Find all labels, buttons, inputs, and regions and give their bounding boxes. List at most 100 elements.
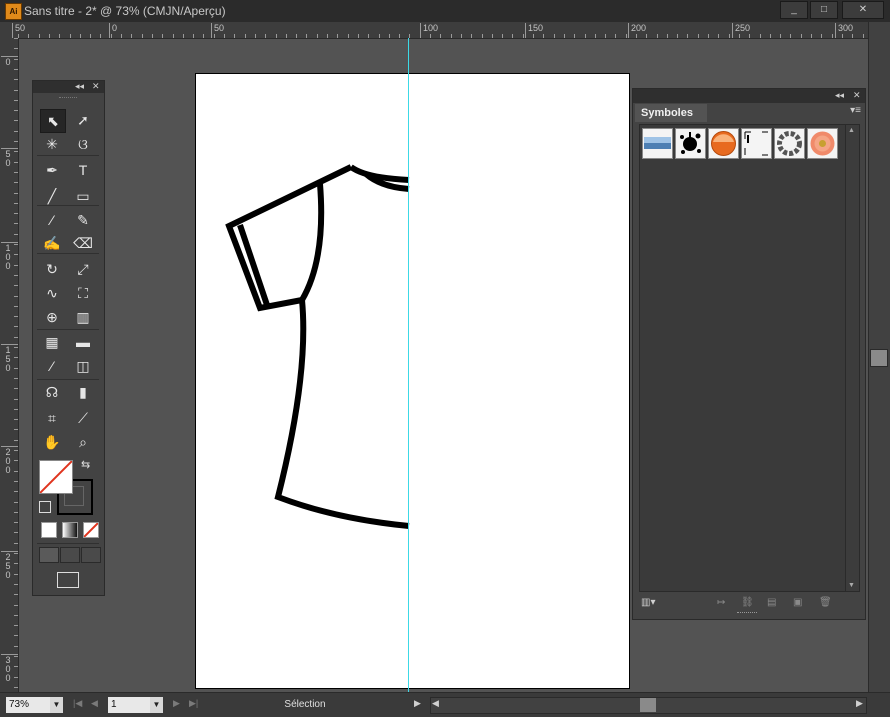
draw-normal-icon[interactable]: [39, 547, 59, 563]
minimize-button[interactable]: _: [780, 1, 808, 19]
magic-wand-tool[interactable]: ✳: [40, 133, 64, 155]
rotate-tool[interactable]: ↻: [40, 258, 64, 280]
fill-swatch[interactable]: [39, 460, 73, 494]
orange-button-symbol[interactable]: [708, 128, 739, 159]
artboard-dropdown-icon[interactable]: ▼: [150, 697, 163, 713]
ruler-tick: [687, 34, 688, 38]
panel-close-icon[interactable]: ✕: [853, 90, 861, 101]
ruler-tick: [162, 34, 163, 38]
swap-fill-stroke-icon[interactable]: ⇆: [81, 458, 90, 471]
draw-inside-icon[interactable]: [81, 547, 101, 563]
ring-symbol[interactable]: [774, 128, 805, 159]
symbols-panel-header[interactable]: ◂◂ ✕: [633, 89, 865, 103]
pencil-tool[interactable]: ✎: [71, 209, 95, 231]
ruler-tick: [368, 34, 369, 38]
vertical-guide[interactable]: [408, 38, 409, 692]
document-title: Sans titre - 2* @ 73% (CMJN/Aperçu): [24, 4, 226, 18]
symbol-sprayer-tool[interactable]: ☊: [40, 381, 64, 403]
status-menu-button[interactable]: ▶: [414, 698, 421, 709]
artboard-number-input[interactable]: 1: [108, 697, 150, 713]
default-colors-icon[interactable]: [39, 501, 51, 513]
prev-artboard-button[interactable]: ◀: [91, 698, 98, 709]
flower-symbol[interactable]: [807, 128, 838, 159]
perspective-grid-tool[interactable]: ▥: [71, 306, 95, 328]
scroll-left-button[interactable]: ◀: [432, 698, 439, 709]
panel-menu-icon[interactable]: ▾≡: [850, 105, 861, 116]
selection-tool[interactable]: ⬉: [40, 109, 66, 133]
scroll-right-button[interactable]: ▶: [856, 698, 863, 709]
break-link-icon[interactable]: ⛓: [741, 597, 754, 608]
ruler-tick: [14, 512, 18, 513]
ruler-tick: [90, 34, 91, 38]
ruler-tick: [14, 543, 18, 544]
lasso-tool[interactable]: ଓ: [71, 133, 95, 155]
vertical-scroll-thumb[interactable]: [870, 349, 888, 367]
draw-behind-icon[interactable]: [60, 547, 80, 563]
screen-mode-icon[interactable]: [57, 572, 79, 588]
tshirt-artwork[interactable]: [196, 74, 629, 688]
symbol-options-icon[interactable]: ▤: [767, 597, 776, 608]
banner-symbol[interactable]: [642, 128, 673, 159]
collapse-icon[interactable]: ◂◂: [835, 90, 844, 101]
ruler-tick: [14, 203, 18, 204]
ruler-tick: [14, 677, 18, 678]
ruler-tick: [14, 615, 18, 616]
grip-icon[interactable]: [59, 97, 77, 100]
paintbrush-tool[interactable]: ⁄: [40, 209, 64, 231]
corner-marks-symbol[interactable]: [741, 128, 772, 159]
ruler-tick: [801, 34, 802, 38]
maximize-button[interactable]: □: [810, 1, 838, 19]
line-segment-tool[interactable]: ╱: [40, 185, 64, 207]
place-symbol-icon[interactable]: ↦: [717, 597, 725, 608]
splatter-symbol[interactable]: [675, 128, 706, 159]
gradient-mode-button[interactable]: [62, 522, 78, 538]
zoom-input[interactable]: 73%: [6, 697, 56, 713]
ruler-tick: [276, 34, 277, 38]
warp-tool[interactable]: ∿: [40, 282, 64, 304]
slice-tool[interactable]: ⟋: [71, 407, 95, 429]
gradient-tool[interactable]: ▬: [71, 331, 95, 353]
artboard[interactable]: [195, 73, 630, 689]
mesh-tool[interactable]: ▦: [40, 331, 64, 353]
close-button[interactable]: ✕: [842, 1, 884, 19]
collapse-icon[interactable]: ◂◂: [75, 81, 84, 92]
ruler-tick: [14, 687, 18, 688]
hand-tool[interactable]: ✋: [40, 431, 64, 453]
horizontal-ruler[interactable]: 50 0 50 100 150 200 250 300: [12, 22, 870, 39]
symbol-libraries-icon[interactable]: ▥▾: [641, 597, 655, 608]
ruler-tick: [657, 34, 658, 38]
new-symbol-icon[interactable]: ▣: [793, 597, 802, 608]
free-transform-tool[interactable]: ⛶: [71, 282, 95, 304]
ruler-label: 300: [838, 23, 854, 33]
eraser-tool[interactable]: ⌫: [71, 232, 95, 254]
delete-symbol-icon[interactable]: 🗑: [819, 597, 832, 608]
vertical-ruler[interactable]: 0 50 100 150 200 250 300: [0, 38, 19, 692]
column-graph-tool[interactable]: ▮: [71, 381, 95, 403]
first-artboard-button[interactable]: |◀: [73, 698, 82, 709]
shape-builder-tool[interactable]: ⊕: [40, 306, 64, 328]
tools-panel-header[interactable]: ◂◂ ✕: [33, 81, 104, 93]
rectangle-tool[interactable]: ▭: [71, 185, 95, 207]
eyedropper-tool[interactable]: ⁄: [40, 355, 64, 377]
next-artboard-button[interactable]: ▶: [173, 698, 180, 709]
tab-symboles[interactable]: Symboles: [635, 104, 707, 122]
color-mode-button[interactable]: [41, 522, 57, 538]
ruler-tick: [14, 429, 18, 430]
zoom-dropdown-icon[interactable]: ▼: [50, 697, 63, 713]
direct-selection-tool[interactable]: ➚: [71, 109, 95, 131]
symbols-scrollbar[interactable]: ▲ ▼: [845, 124, 860, 592]
zoom-tool[interactable]: ⌕: [71, 431, 95, 453]
pen-tool[interactable]: ✒: [40, 159, 64, 181]
panel-close-icon[interactable]: ✕: [92, 81, 100, 92]
horizontal-scroll-thumb[interactable]: [640, 698, 656, 712]
last-artboard-button[interactable]: ▶|: [189, 698, 198, 709]
type-tool[interactable]: T: [71, 159, 95, 181]
resize-grip-icon[interactable]: [737, 612, 757, 616]
none-mode-button[interactable]: [83, 522, 99, 538]
ruler-tick: [698, 34, 699, 38]
blob-brush-tool[interactable]: ✍: [40, 232, 64, 254]
ruler-tick: [14, 574, 18, 575]
artboard-tool[interactable]: ⌗: [40, 407, 64, 429]
blend-tool[interactable]: ◫: [71, 355, 95, 377]
scale-tool[interactable]: ⤢: [71, 258, 95, 280]
